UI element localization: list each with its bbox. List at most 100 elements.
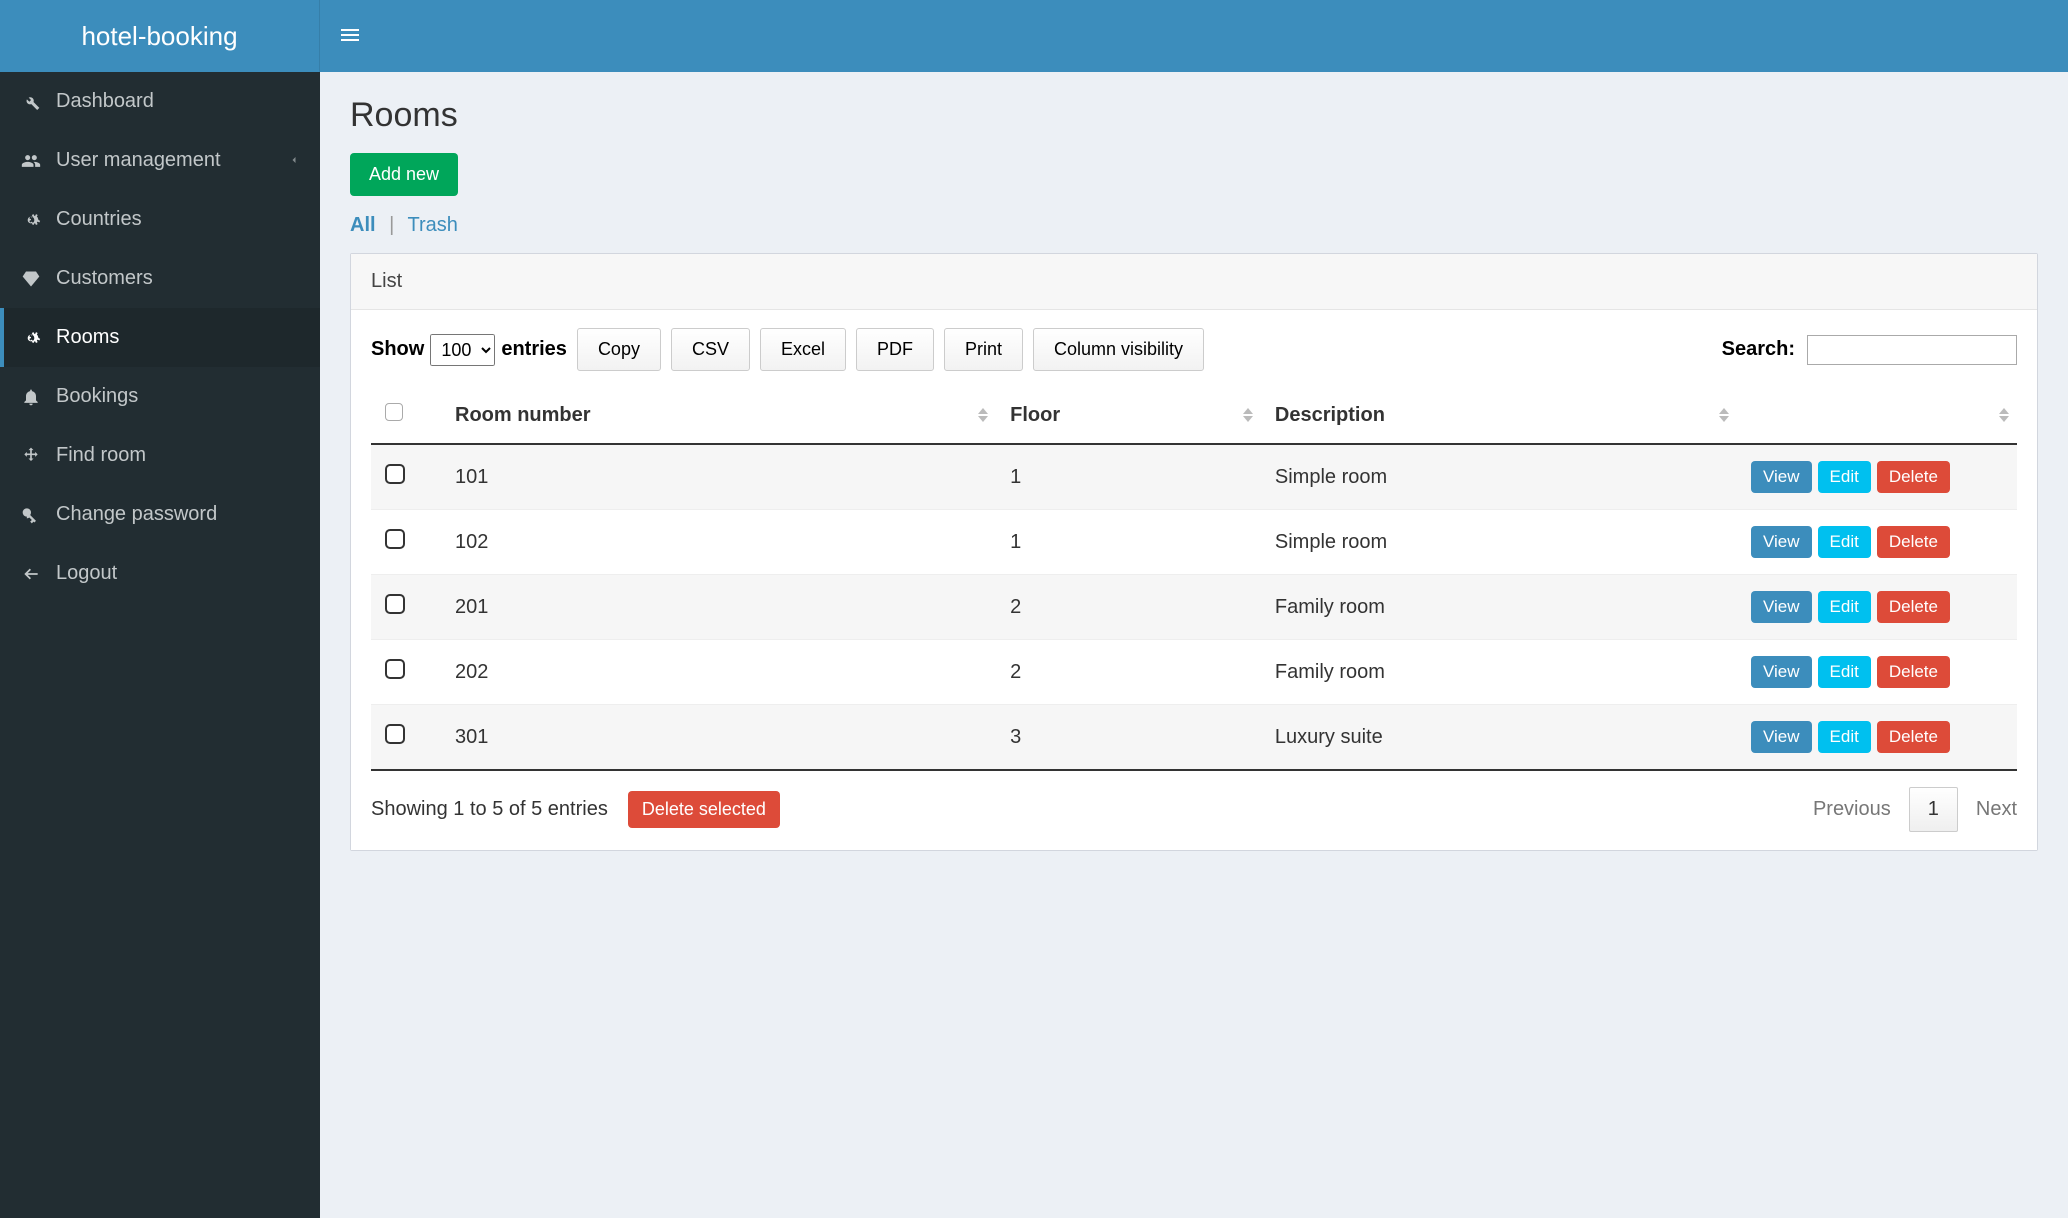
- csv-button[interactable]: CSV: [671, 328, 750, 371]
- topbar: hotel-booking: [0, 0, 2068, 72]
- view-button[interactable]: View: [1751, 526, 1812, 558]
- delete-button[interactable]: Delete: [1877, 656, 1950, 688]
- print-button[interactable]: Print: [944, 328, 1023, 371]
- pagination: Previous 1 Next: [1813, 787, 2017, 832]
- delete-button[interactable]: Delete: [1877, 526, 1950, 558]
- panel-header: List: [351, 254, 2037, 310]
- col-room-number[interactable]: Room number: [441, 387, 996, 444]
- sidebar-item-customers[interactable]: Customers: [0, 249, 320, 308]
- diamond-icon: [20, 268, 42, 290]
- pagination-page-1[interactable]: 1: [1909, 787, 1958, 832]
- move-icon: [20, 445, 42, 467]
- edit-button[interactable]: Edit: [1818, 721, 1871, 753]
- excel-button[interactable]: Excel: [760, 328, 846, 371]
- sidebar-item-label: Countries: [56, 208, 142, 231]
- select-all-checkbox[interactable]: [385, 403, 403, 421]
- column-visibility-button[interactable]: Column visibility: [1033, 328, 1204, 371]
- brand-logo[interactable]: hotel-booking: [0, 0, 320, 72]
- row-checkbox[interactable]: [385, 529, 405, 549]
- cell-description: Family room: [1261, 575, 1737, 640]
- cell-floor: 3: [996, 705, 1261, 771]
- chevron-left-icon: [288, 149, 300, 172]
- filter-trash[interactable]: Trash: [408, 214, 458, 236]
- show-label-before: Show: [371, 338, 424, 361]
- row-checkbox[interactable]: [385, 659, 405, 679]
- col-label: Floor: [1010, 404, 1060, 426]
- edit-button[interactable]: Edit: [1818, 526, 1871, 558]
- view-button[interactable]: View: [1751, 721, 1812, 753]
- delete-selected-button[interactable]: Delete selected: [628, 791, 780, 828]
- rooms-table: Room number Floor Description: [371, 387, 2017, 771]
- sidebar-item-logout[interactable]: Logout: [0, 544, 320, 603]
- cogs-icon: [20, 327, 42, 349]
- col-floor[interactable]: Floor: [996, 387, 1261, 444]
- delete-button[interactable]: Delete: [1877, 721, 1950, 753]
- sort-icon: [1243, 408, 1253, 422]
- cell-description: Family room: [1261, 640, 1737, 705]
- hamburger-icon: [338, 23, 362, 50]
- view-button[interactable]: View: [1751, 656, 1812, 688]
- delete-button[interactable]: Delete: [1877, 591, 1950, 623]
- filter-separator: |: [389, 214, 394, 236]
- sidebar-item-user-management[interactable]: User management: [0, 131, 320, 190]
- show-entries: Show 100 entries: [371, 334, 567, 366]
- entries-select[interactable]: 100: [430, 334, 495, 366]
- filter-all[interactable]: All: [350, 214, 376, 236]
- cell-room-number: 201: [441, 575, 996, 640]
- cell-description: Simple room: [1261, 444, 1737, 510]
- cell-floor: 1: [996, 510, 1261, 575]
- row-checkbox[interactable]: [385, 594, 405, 614]
- sidebar-item-bookings[interactable]: Bookings: [0, 367, 320, 426]
- show-label-after: entries: [501, 338, 567, 361]
- bell-icon: [20, 386, 42, 408]
- col-actions[interactable]: [1737, 387, 2017, 444]
- sidebar-item-label: User management: [56, 149, 221, 172]
- hamburger-toggle[interactable]: [320, 0, 380, 72]
- cell-description: Luxury suite: [1261, 705, 1737, 771]
- entries-info: Showing 1 to 5 of 5 entries: [371, 798, 608, 821]
- pdf-button[interactable]: PDF: [856, 328, 934, 371]
- cell-room-number: 202: [441, 640, 996, 705]
- row-checkbox[interactable]: [385, 724, 405, 744]
- sidebar-item-find-room[interactable]: Find room: [0, 426, 320, 485]
- table-footer: Showing 1 to 5 of 5 entries Delete selec…: [371, 787, 2017, 832]
- table-row: 102 1 Simple room View Edit Delete: [371, 510, 2017, 575]
- row-checkbox[interactable]: [385, 464, 405, 484]
- sidebar-item-change-password[interactable]: Change password: [0, 485, 320, 544]
- edit-button[interactable]: Edit: [1818, 461, 1871, 493]
- sort-icon: [978, 408, 988, 422]
- sidebar: Dashboard User management Countries Cust…: [0, 72, 320, 1218]
- content-area: Rooms Add new All | Trash List Show 100 …: [320, 72, 2068, 1218]
- arrow-left-icon: [20, 563, 42, 585]
- search-input[interactable]: [1807, 335, 2017, 365]
- cogs-icon: [20, 209, 42, 231]
- delete-button[interactable]: Delete: [1877, 461, 1950, 493]
- sidebar-item-countries[interactable]: Countries: [0, 190, 320, 249]
- sidebar-item-dashboard[interactable]: Dashboard: [0, 72, 320, 131]
- edit-button[interactable]: Edit: [1818, 656, 1871, 688]
- add-new-button[interactable]: Add new: [350, 153, 458, 196]
- view-button[interactable]: View: [1751, 461, 1812, 493]
- sidebar-item-label: Find room: [56, 444, 146, 467]
- view-button[interactable]: View: [1751, 591, 1812, 623]
- users-icon: [20, 150, 42, 172]
- pagination-previous[interactable]: Previous: [1813, 798, 1891, 821]
- table-toolbar: Show 100 entries Copy CSV Excel PDF Prin…: [371, 328, 2017, 371]
- sidebar-item-label: Customers: [56, 267, 153, 290]
- cell-room-number: 301: [441, 705, 996, 771]
- sort-icon: [1999, 408, 2009, 422]
- sidebar-item-label: Logout: [56, 562, 117, 585]
- list-panel: List Show 100 entries Copy CSV Excel PDF…: [350, 253, 2038, 851]
- cell-description: Simple room: [1261, 510, 1737, 575]
- filter-links: All | Trash: [350, 214, 2038, 237]
- key-icon: [20, 504, 42, 526]
- table-row: 301 3 Luxury suite View Edit Delete: [371, 705, 2017, 771]
- table-row: 101 1 Simple room View Edit Delete: [371, 444, 2017, 510]
- col-description[interactable]: Description: [1261, 387, 1737, 444]
- cell-room-number: 101: [441, 444, 996, 510]
- sidebar-item-rooms[interactable]: Rooms: [0, 308, 320, 367]
- pagination-next[interactable]: Next: [1976, 798, 2017, 821]
- search-label: Search:: [1722, 338, 1795, 361]
- copy-button[interactable]: Copy: [577, 328, 661, 371]
- edit-button[interactable]: Edit: [1818, 591, 1871, 623]
